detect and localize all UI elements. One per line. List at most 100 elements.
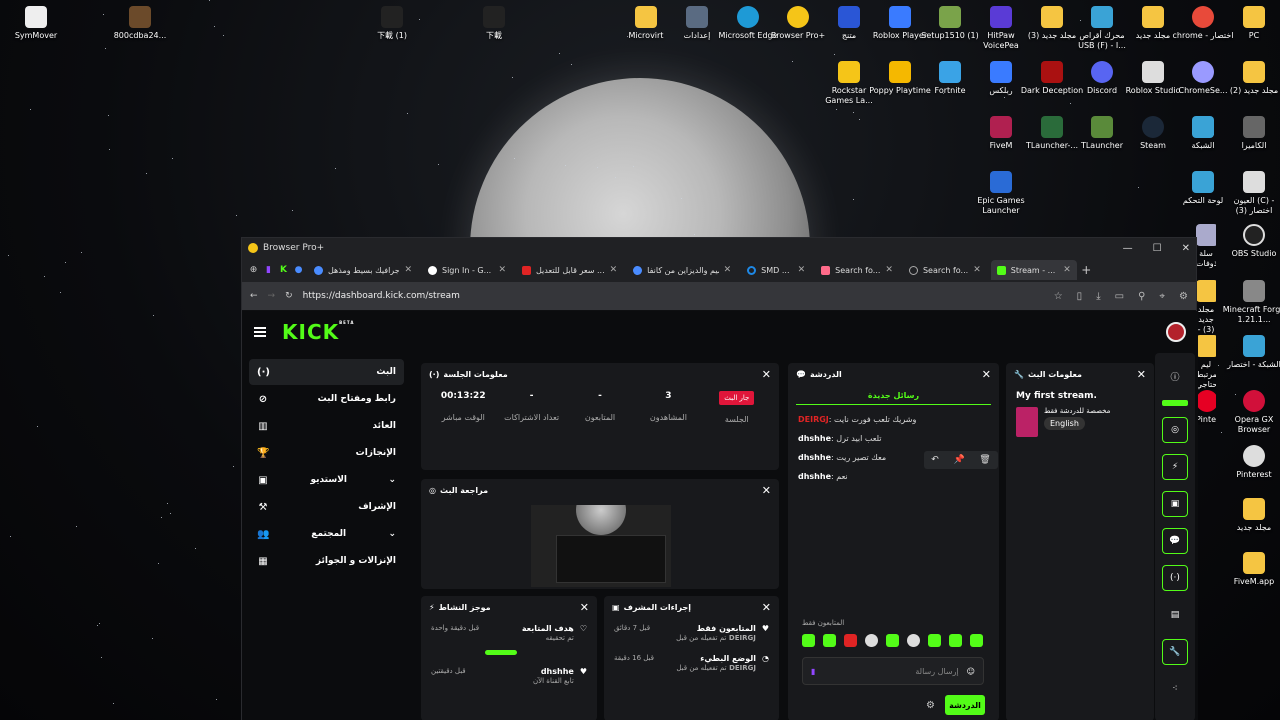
emote[interactable]: [970, 634, 983, 647]
close-icon[interactable]: ✕: [580, 601, 589, 614]
emote[interactable]: [949, 634, 962, 647]
close-icon[interactable]: ✕: [762, 601, 771, 614]
close-icon[interactable]: ✕: [1137, 368, 1146, 381]
desktop-icon-fivem-app[interactable]: FiveM.app: [1222, 552, 1280, 587]
sidebar-item-stream[interactable]: (·) البث: [249, 359, 404, 385]
more-icon[interactable]: ⁖: [1162, 676, 1188, 702]
trash-icon[interactable]: 🗑: [979, 455, 990, 465]
url-field[interactable]: https://dashboard.kick.com/stream: [303, 291, 1044, 301]
minimize-icon[interactable]: —: [1123, 243, 1133, 254]
mic-icon[interactable]: ▮: [811, 667, 815, 676]
emote[interactable]: [907, 634, 920, 647]
tab-close-icon[interactable]: ✕: [973, 265, 981, 275]
wrench-toggle-icon[interactable]: 🔧: [1162, 639, 1188, 665]
avatar[interactable]: [1166, 322, 1186, 342]
desktop-icon-recycle-bin[interactable]: سلة المحذوفات: [1196, 224, 1216, 269]
send-chat-button[interactable]: الدردشة: [945, 695, 985, 715]
settings-icon[interactable]: ⚙: [1179, 291, 1188, 302]
pin-icon[interactable]: ⌖: [1159, 291, 1165, 302]
chat-message[interactable]: dhshhe: نعم: [798, 472, 989, 481]
reload-icon[interactable]: ↻: [285, 291, 293, 301]
emote[interactable]: [886, 634, 899, 647]
tab-search-1[interactable]: Search fo... ✕: [815, 260, 899, 280]
sidebar-item-moderation[interactable]: ⚒ الإشراف: [249, 494, 404, 520]
tab-close-icon[interactable]: ✕: [724, 265, 732, 275]
sidebar-item-drops[interactable]: ▦ الإنزالات و الجوائز: [249, 548, 404, 574]
globe-icon[interactable]: ⊕: [248, 265, 259, 276]
stream-preview-video[interactable]: [531, 505, 671, 587]
emote[interactable]: [865, 634, 878, 647]
sidebar-item-community[interactable]: 👥 المجتمع ⌄: [249, 521, 404, 547]
download-icon[interactable]: ⤓: [1096, 291, 1100, 302]
chat-input[interactable]: ▮ إرسال رسالة ☺: [802, 657, 984, 685]
close-window-icon[interactable]: ✕: [1182, 243, 1190, 254]
desktop-icon-download-1[interactable]: 下載 (1): [360, 6, 424, 41]
category-thumbnail[interactable]: [1016, 407, 1038, 437]
desktop-icon-file[interactable]: 800cdba24...: [108, 6, 172, 41]
close-icon[interactable]: ✕: [762, 368, 771, 381]
split-icon[interactable]: ▭: [1115, 291, 1124, 302]
kick-logo[interactable]: KICKBETA: [282, 320, 354, 344]
preview-toggle-icon[interactable]: ◎: [1162, 417, 1188, 443]
emote[interactable]: [844, 634, 857, 647]
tab-canva[interactable]: تصميم والديزاين من كانفا ...✕: [627, 260, 737, 280]
tab-price[interactable]: سعر قابل للتعديل ... ✕: [516, 260, 623, 280]
tab-close-icon[interactable]: ✕: [1063, 265, 1071, 275]
info-icon[interactable]: ⓘ: [1162, 363, 1188, 389]
desktop-icon-new-folder[interactable]: مجلد جديد: [1222, 498, 1280, 533]
kick-tab-icon[interactable]: K: [278, 265, 289, 276]
tab-close-icon[interactable]: ✕: [498, 265, 506, 275]
desktop-icon-obs[interactable]: OBS Studio: [1222, 224, 1280, 259]
tab-close-icon[interactable]: ✕: [404, 265, 412, 275]
chat-settings-icon[interactable]: ⚙: [926, 700, 935, 711]
canva-icon[interactable]: ●: [293, 265, 304, 276]
tab-graphic[interactable]: جرافيك بسيط ومذهل ...✕: [308, 260, 418, 280]
emote[interactable]: [802, 634, 815, 647]
tab-close-icon[interactable]: ✕: [798, 265, 806, 275]
tab-search-2[interactable]: Search fo... ✕: [903, 260, 987, 280]
maximize-icon[interactable]: ☐: [1153, 243, 1162, 254]
sidebar-item-stream-key[interactable]: ⊘ رابط ومفتاح البث: [249, 386, 404, 412]
extension-icon[interactable]: ⚲: [1138, 291, 1145, 302]
undo-icon[interactable]: ↶: [931, 455, 939, 465]
tab-close-icon[interactable]: ✕: [610, 265, 618, 275]
menu-icon[interactable]: [254, 327, 266, 337]
sidebar-item-achievements[interactable]: 🏆 الإنجازات: [249, 440, 404, 466]
desktop-icon-minecraft-forge[interactable]: Minecraft Forge 1.21.1...: [1222, 280, 1280, 325]
tab-smd[interactable]: SMD ... ✕: [741, 260, 811, 280]
desktop-icon-linked[interactable]: ليم المرتبط بحتاجي...: [1196, 335, 1216, 390]
desktop-icon-symmover[interactable]: SymMover: [4, 6, 68, 41]
shield-toggle-icon[interactable]: ▣: [1162, 491, 1188, 517]
forward-icon[interactable]: →: [268, 291, 276, 301]
live-toggle-icon[interactable]: (·): [1162, 565, 1188, 591]
tab-sign-in[interactable]: Sign In - G... ✕: [422, 260, 512, 280]
pin-icon[interactable]: 📌: [953, 455, 964, 465]
emote[interactable]: [928, 634, 941, 647]
chat-message[interactable]: dhshhe: تلعب ابيد ترل: [798, 434, 989, 443]
desktop-icon-pinterest-2[interactable]: Pinterest: [1222, 445, 1280, 480]
back-icon[interactable]: ←: [250, 291, 258, 301]
print-icon[interactable]: ▤: [1162, 602, 1188, 628]
chat-message[interactable]: DEIRGJ: وشريك تلعب فورت نايت: [798, 415, 989, 424]
desktop-icon-pinterest-1[interactable]: Pinterest: [1196, 390, 1216, 425]
emote[interactable]: [823, 634, 836, 647]
new-tab-icon[interactable]: +: [1081, 263, 1092, 277]
desktop-icon-folder-2[interactable]: مجلد جديد (2): [1222, 61, 1280, 96]
bookmark-icon[interactable]: ▯: [1077, 291, 1083, 302]
star-icon[interactable]: ☆: [1054, 291, 1063, 302]
tab-stream[interactable]: Stream - ... ✕: [990, 260, 1077, 280]
desktop-icon-epic-games[interactable]: Epic Games Launcher: [969, 171, 1033, 216]
sidebar-item-revenue[interactable]: ▥ العائد: [249, 413, 404, 439]
sidebar-item-studio[interactable]: ▣ الاستديو ⌄: [249, 467, 404, 493]
desktop-icon-network-shortcut[interactable]: الشبكة - اختصار: [1222, 335, 1280, 370]
desktop-icon-drive-c[interactable]: العيون (C) - اختصار (3): [1222, 171, 1280, 216]
chat-toggle-icon[interactable]: 💬: [1162, 528, 1188, 554]
close-icon[interactable]: ✕: [762, 484, 771, 497]
bolt-toggle-icon[interactable]: ⚡: [1162, 454, 1188, 480]
close-icon[interactable]: ✕: [982, 368, 991, 381]
desktop-icon-pc[interactable]: PC: [1222, 6, 1280, 41]
twitch-icon[interactable]: ▮: [263, 265, 274, 276]
desktop-icon-camera[interactable]: الكاميرا: [1222, 116, 1280, 151]
tab-close-icon[interactable]: ✕: [885, 265, 893, 275]
desktop-icon-download[interactable]: 下載: [462, 6, 526, 41]
